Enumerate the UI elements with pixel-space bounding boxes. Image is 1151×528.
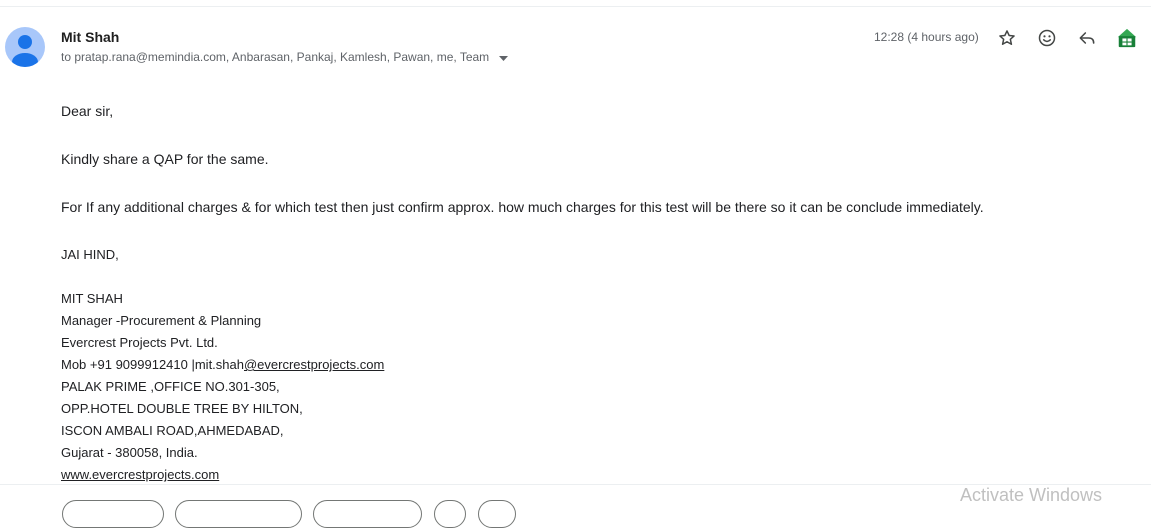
recipients-dropdown-icon[interactable]: [498, 51, 508, 65]
website-link[interactable]: www.evercrestprojects.com: [61, 467, 219, 482]
timestamp: 12:28 (4 hours ago): [874, 30, 979, 44]
avatar-person-icon: [12, 35, 38, 67]
signature-mobile: Mob +91 9099912410 |mit.shah@evercrestpr…: [61, 357, 384, 372]
signature-address-3: ISCON AMBALI ROAD,AHMEDABAD,: [61, 423, 284, 438]
reply-chip-3[interactable]: [313, 500, 422, 528]
closing-text: JAI HIND,: [61, 247, 119, 262]
reply-chip-5[interactable]: [478, 500, 516, 528]
reply-chip-1[interactable]: [62, 500, 164, 528]
greeting-text: Dear sir,: [61, 103, 114, 119]
sender-name[interactable]: Mit Shah: [61, 29, 119, 45]
recipients-text: to pratap.rana@memindia.com, Anbarasan, …: [61, 50, 490, 64]
activate-windows-watermark: Activate Windows: [960, 485, 1103, 505]
sheets-icon[interactable]: [1115, 26, 1139, 50]
signature-website: www.evercrestprojects.com: [61, 467, 219, 482]
signature-company: Evercrest Projects Pvt. Ltd.: [61, 335, 218, 350]
reply-chip-4[interactable]: [434, 500, 466, 528]
signature-title: Manager -Procurement & Planning: [61, 313, 262, 328]
star-icon[interactable]: [995, 26, 1019, 50]
sender-avatar[interactable]: [5, 27, 45, 67]
body-line-2: For If any additional charges & for whic…: [61, 199, 984, 215]
reply-chip-2[interactable]: [175, 500, 302, 528]
recipients-line[interactable]: to pratap.rana@memindia.com, Anbarasan, …: [61, 50, 508, 65]
body-line-1: Kindly share a QAP for the same.: [61, 151, 269, 167]
reply-icon[interactable]: [1075, 26, 1099, 50]
signature-name: MIT SHAH: [61, 291, 123, 306]
signature-email-link[interactable]: @evercrestprojects.com: [244, 357, 384, 372]
signature-address-4: Gujarat - 380058, India.: [61, 445, 198, 460]
signature-address-1: PALAK PRIME ,OFFICE NO.301-305,: [61, 379, 280, 394]
top-divider: [0, 6, 1151, 7]
signature-mobile-text: Mob +91 9099912410 |mit.shah: [61, 357, 244, 372]
emoji-icon[interactable]: [1035, 26, 1059, 50]
signature-address-2: OPP.HOTEL DOUBLE TREE BY HILTON,: [61, 401, 303, 416]
